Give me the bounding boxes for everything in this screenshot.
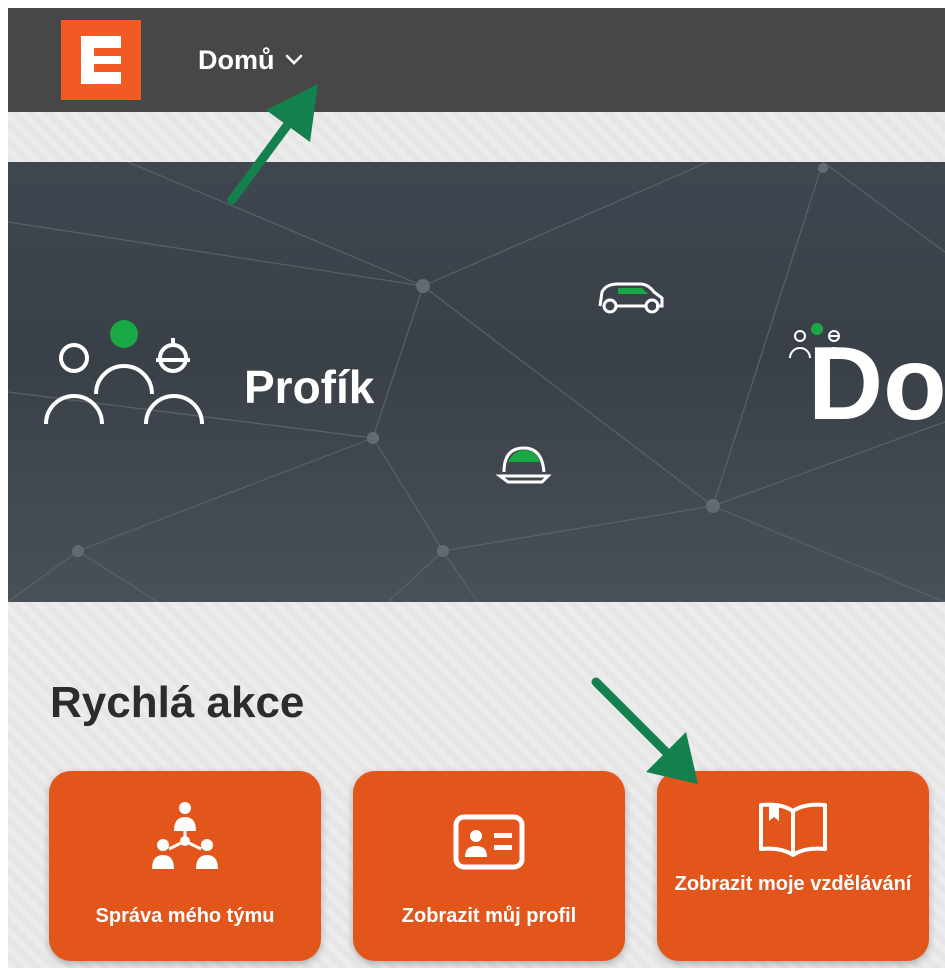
- cez-logo[interactable]: [61, 20, 141, 100]
- open-book-icon: [759, 802, 827, 857]
- team-hierarchy-icon: [152, 802, 218, 869]
- tile-view-profile[interactable]: Zobrazit můj profil: [353, 771, 625, 961]
- annotation-arrow-bottom: [591, 677, 698, 784]
- app-frame: Domů Profík Do Rychlá akce Správa mého t…: [8, 8, 945, 968]
- car-icon: [598, 282, 664, 314]
- helmet-icon: [496, 446, 552, 484]
- chevron-down-icon: [285, 54, 302, 65]
- home-nav-label: Domů: [198, 44, 275, 75]
- hero-brand-title: Profík: [244, 361, 375, 413]
- tile-view-learning[interactable]: Zobrazit moje vzdělávání: [657, 771, 929, 961]
- home-nav-dropdown[interactable]: Domů: [198, 42, 303, 78]
- tile-manage-team-label: Správa mého týmu: [95, 905, 275, 927]
- id-card-icon: [453, 814, 525, 870]
- annotation-arrow-top: [227, 84, 318, 205]
- top-navigation-bar: Domů: [8, 8, 945, 112]
- hero-heading-partial: Do: [808, 326, 945, 442]
- tile-view-profile-label: Zobrazit můj profil: [401, 905, 577, 927]
- cez-logo-icon: [81, 36, 121, 84]
- profik-people-icon: [44, 320, 204, 425]
- tile-manage-team[interactable]: Správa mého týmu: [49, 771, 321, 961]
- quick-actions-title: Rychlá akce: [50, 678, 305, 727]
- hero-banner: Profík Do: [8, 162, 945, 602]
- tile-view-learning-label: Zobrazit moje vzdělávání: [674, 873, 912, 895]
